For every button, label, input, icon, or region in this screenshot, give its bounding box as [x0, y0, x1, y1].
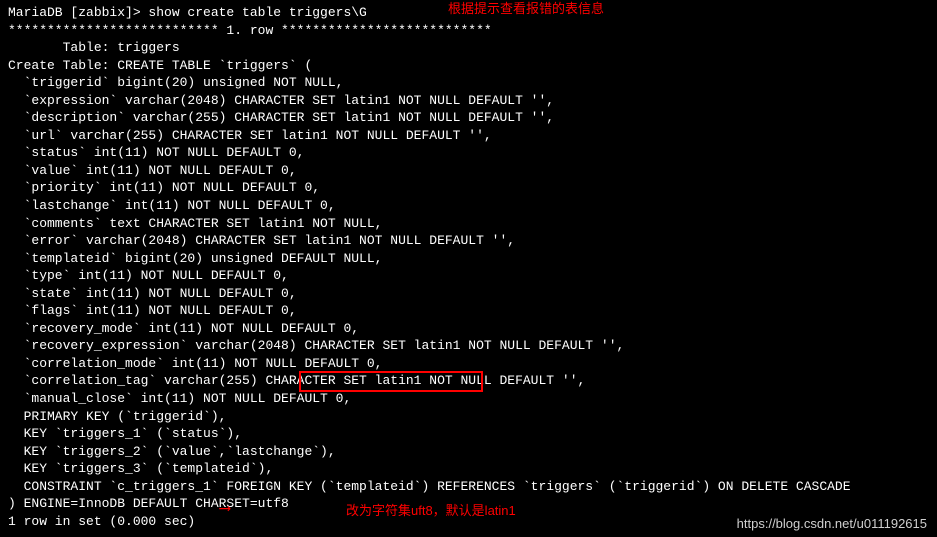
output-line: PRIMARY KEY (`triggerid`),: [8, 408, 929, 426]
output-line: `manual_close` int(11) NOT NULL DEFAULT …: [8, 390, 929, 408]
output-line: KEY `triggers_1` (`status`),: [8, 425, 929, 443]
output-line: `type` int(11) NOT NULL DEFAULT 0,: [8, 267, 929, 285]
output-line: Table: triggers: [8, 39, 929, 57]
output-line: `triggerid` bigint(20) unsigned NOT NULL…: [8, 74, 929, 92]
row-separator: *************************** 1. row *****…: [8, 22, 929, 40]
output-line: `expression` varchar(2048) CHARACTER SET…: [8, 92, 929, 110]
watermark: https://blog.csdn.net/u011192615: [737, 515, 927, 533]
output-line: `lastchange` int(11) NOT NULL DEFAULT 0,: [8, 197, 929, 215]
output-line: `state` int(11) NOT NULL DEFAULT 0,: [8, 285, 929, 303]
output-line: `flags` int(11) NOT NULL DEFAULT 0,: [8, 302, 929, 320]
output-line: Create Table: CREATE TABLE `triggers` (: [8, 57, 929, 75]
output-line: `comments` text CHARACTER SET latin1 NOT…: [8, 215, 929, 233]
output-line: KEY `triggers_2` (`value`,`lastchange`),: [8, 443, 929, 461]
output-line: KEY `triggers_3` (`templateid`),: [8, 460, 929, 478]
output-line: `value` int(11) NOT NULL DEFAULT 0,: [8, 162, 929, 180]
output-line: `error` varchar(2048) CHARACTER SET lati…: [8, 232, 929, 250]
output-line: CONSTRAINT `c_triggers_1` FOREIGN KEY (`…: [8, 478, 929, 496]
output-line: `correlation_tag` varchar(255) CHARACTER…: [8, 372, 929, 390]
output-line: `url` varchar(255) CHARACTER SET latin1 …: [8, 127, 929, 145]
annotation-top: 根据提示查看报错的表信息: [448, 0, 604, 18]
output-line: `templateid` bigint(20) unsigned DEFAULT…: [8, 250, 929, 268]
output-line: `status` int(11) NOT NULL DEFAULT 0,: [8, 144, 929, 162]
output-line: `description` varchar(255) CHARACTER SET…: [8, 109, 929, 127]
output-line: `recovery_expression` varchar(2048) CHAR…: [8, 337, 929, 355]
output-line: `correlation_mode` int(11) NOT NULL DEFA…: [8, 355, 929, 373]
annotation-bottom: 改为字符集uft8，默认是latin1: [346, 502, 516, 520]
output-line: `priority` int(11) NOT NULL DEFAULT 0,: [8, 179, 929, 197]
output-line: `recovery_mode` int(11) NOT NULL DEFAULT…: [8, 320, 929, 338]
arrow-icon: ⟶: [220, 501, 230, 517]
